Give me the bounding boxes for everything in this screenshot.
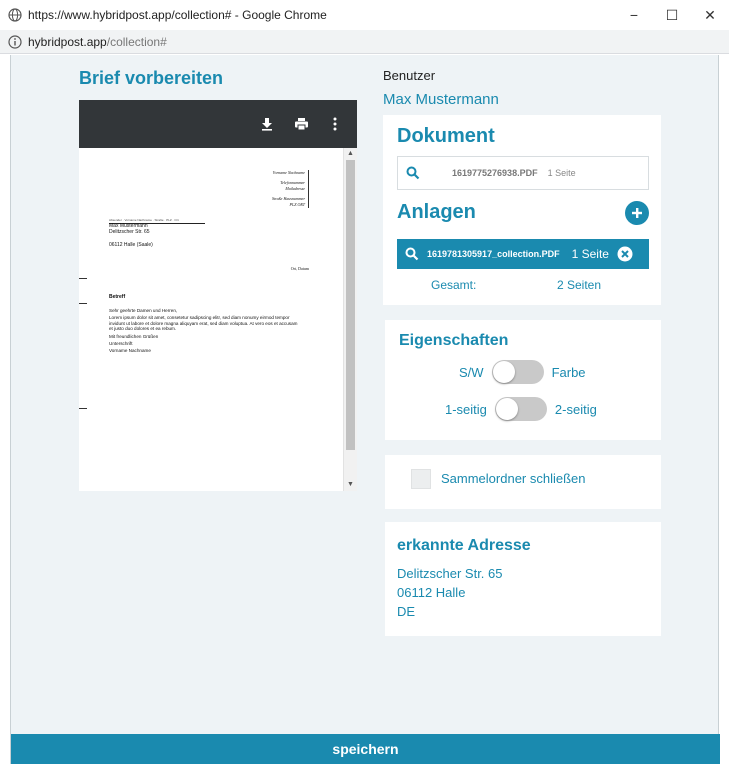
browser-title: https://www.hybridpost.app/collection# -… [28,8,327,22]
attachment-item[interactable]: 1619781305917_collection.PDF 1 Seite [397,239,649,269]
scrollbar-thumb[interactable] [346,160,355,450]
address-country: DE [397,604,416,619]
plus-icon [632,208,642,218]
url-host: hybridpost.app [28,34,107,49]
address-card: erkannte Adresse Delitzscher Str. 65 061… [385,522,661,636]
letter-name: Vorname Nachname [109,348,151,354]
browser-titlebar: https://www.hybridpost.app/collection# -… [0,0,729,30]
search-icon[interactable] [406,166,420,180]
color-toggle-row: S/W Farbe [459,360,586,384]
collection-card: Sammelordner schließen [385,455,661,509]
user-label: Benutzer [383,68,436,83]
letter-place-date: Ort, Datum [290,266,309,271]
recipient-street: Delitzscher Str. 65 [109,229,150,235]
download-icon[interactable] [259,116,275,132]
close-window-button[interactable]: ✕ [691,0,729,30]
info-icon[interactable] [8,34,22,49]
fold-mark [79,408,87,409]
address-bar[interactable]: hybridpost.app/collection# [0,30,729,54]
punch-mark [79,303,87,304]
properties-heading: Eigenschaften [399,332,509,349]
add-attachment-button[interactable] [625,201,649,225]
pdf-scrollbar[interactable]: ▲ ▼ [343,148,357,491]
scroll-up-arrow[interactable]: ▲ [344,148,357,160]
color-toggle[interactable] [491,360,544,384]
document-filename: 1619775276938.PDF [452,168,538,178]
letter-signature: Unterschrift [109,341,133,347]
toggle-knob [495,398,518,420]
maximize-button[interactable]: ☐ [653,0,691,30]
scroll-down-arrow[interactable]: ▼ [344,479,357,491]
letter-sender: Vorname Nachname Telefonnummer Mailadres… [272,170,309,208]
document-field[interactable]: 1619775276938.PDF 1 Seite [397,156,649,190]
attachments-heading: Anlagen [397,201,476,223]
address-street: Delitzscher Str. 65 [397,566,503,581]
page-content: Brief vorbereiten Vorname Nachname Telef… [10,55,720,764]
globe-icon [8,8,22,22]
sides-toggle-row: 1-seitig 2-seitig [445,397,597,421]
color-right-label: Farbe [551,364,586,380]
address-city: 06112 Halle [397,585,466,600]
fold-mark [79,278,87,279]
letter-closing: Mit freundlichen Grüßen [109,333,159,339]
total-value: 2 Seiten [557,278,602,292]
sender-city: PLZ ORT [289,202,305,207]
address-heading: erkannte Adresse [397,537,531,554]
sides-toggle[interactable] [494,397,547,421]
pdf-page: Vorname Nachname Telefonnummer Mailadres… [79,148,357,491]
search-icon[interactable] [405,247,419,261]
more-vert-icon[interactable] [327,116,343,132]
sides-left-label: 1-seitig [445,401,487,417]
letter-document: Vorname Nachname Telefonnummer Mailadres… [79,148,343,491]
document-pages: 1 Seite [547,168,576,178]
remove-attachment-icon[interactable] [617,246,633,262]
pdf-viewer[interactable]: Vorname Nachname Telefonnummer Mailadres… [79,100,357,491]
toggle-knob [492,361,515,383]
url-path: /collection# [106,34,167,49]
letter-salutation: Sehr geehrte Damen und Herren, [109,308,178,313]
document-heading: Dokument [397,125,495,147]
properties-card: Eigenschaften S/W Farbe 1-seitig 2-seiti… [385,320,661,440]
document-card: Dokument 1619775276938.PDF 1 Seite Anlag… [383,115,661,305]
sides-right-label: 2-seitig [554,401,597,417]
letter-body: Sehr geehrte Damen und Herren, Lorem ips… [109,308,299,356]
close-collection-checkbox[interactable] [411,469,431,489]
user-name: Max Mustermann [383,91,499,108]
total-label: Gesamt: [431,278,477,292]
print-icon[interactable] [293,116,309,132]
letter-subject: Betreff [109,294,126,300]
sender-name: Vorname Nachname [272,170,305,175]
page-title: Brief vorbereiten [79,68,224,88]
color-left-label: S/W [459,364,484,380]
close-collection-label[interactable]: Sammelordner schließen [441,471,586,486]
recipient-city: 06112 Halle (Saale) [109,242,153,248]
save-button[interactable]: speichern [11,734,720,764]
attachment-filename: 1619781305917_collection.PDF [427,249,560,259]
attachment-pages: 1 Seite [571,247,609,261]
letter-paragraph: Lorem ipsum dolor sit amet, consetetur s… [109,315,298,332]
pdf-toolbar [79,100,357,148]
minimize-button[interactable]: − [615,0,653,30]
letter-recipient: Max Mustermann Delitzscher Str. 65 06112… [109,223,153,248]
